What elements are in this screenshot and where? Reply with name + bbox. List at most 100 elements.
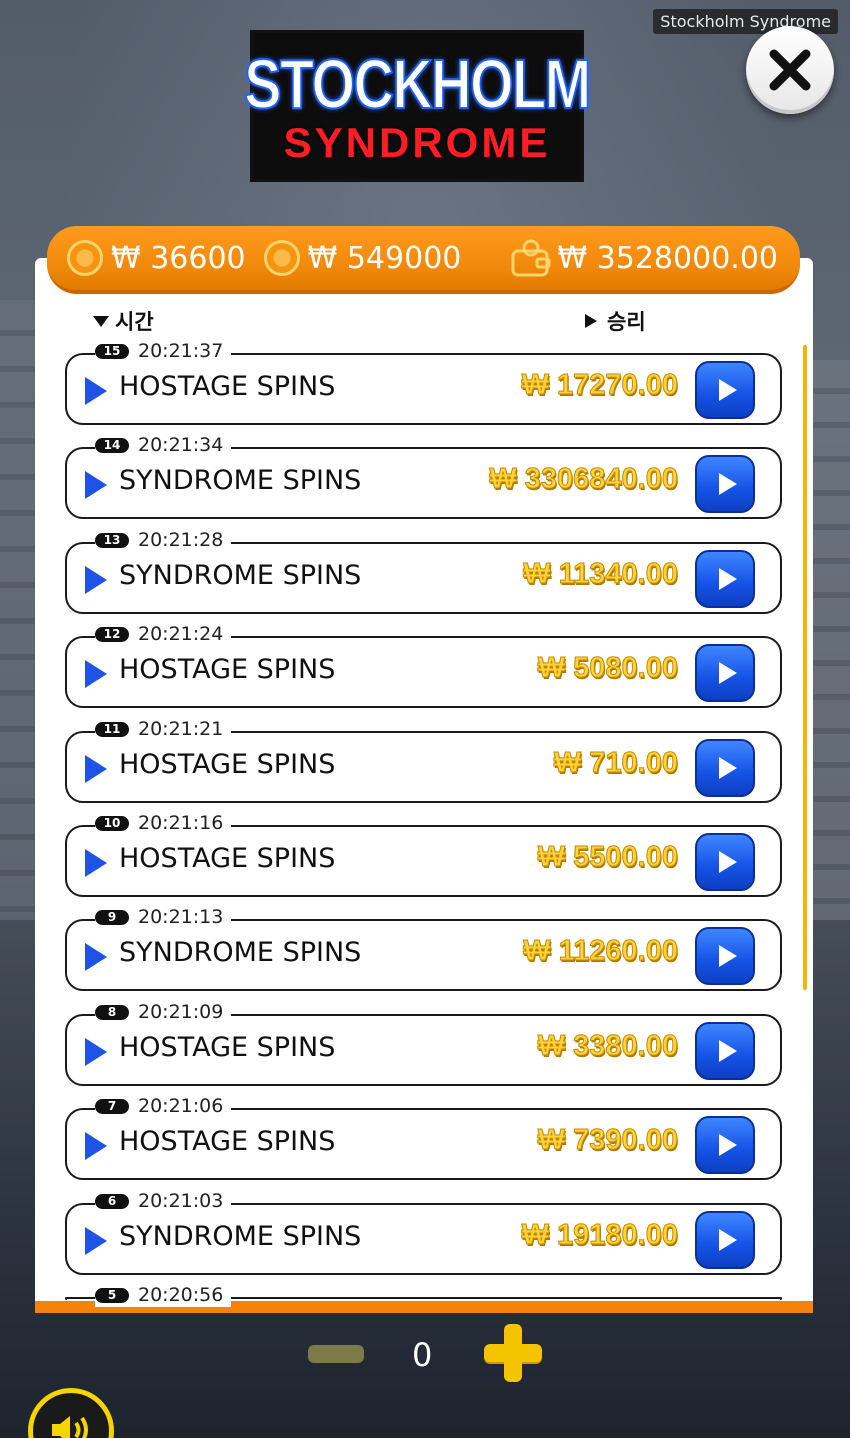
wallet-icon [511, 239, 551, 277]
feature-name: SYNDROME SPINS [119, 465, 362, 496]
spin-number-badge: 7 [95, 1098, 129, 1114]
increase-button[interactable] [484, 1324, 542, 1382]
sort-right-icon [585, 314, 597, 328]
win-amount: ₩ 549000 [307, 240, 462, 276]
replay-button[interactable] [695, 739, 755, 797]
spin-number-badge: 14 [95, 437, 129, 453]
feature-name: SYNDROME SPINS [119, 937, 362, 968]
play-icon [85, 1227, 107, 1255]
feature-name: HOSTAGE SPINS [119, 371, 336, 402]
history-row-header: 10 20:21:16 [95, 811, 232, 835]
win-amount: ₩ 710.00 [553, 747, 678, 780]
background-building-left [0, 300, 40, 920]
win-amount: ₩ 3306840.00 [489, 463, 679, 496]
win-amount: ₩ 7390.00 [537, 1124, 678, 1157]
replay-button[interactable] [695, 1116, 755, 1174]
spin-number-badge: 12 [95, 626, 129, 642]
history-row-header: 12 20:21:24 [95, 622, 232, 646]
play-icon [718, 473, 737, 495]
history-row-header: 15 20:21:37 [95, 339, 232, 363]
spin-time: 20:21:37 [138, 340, 224, 362]
coin-icon [263, 240, 300, 276]
time-column-label: 시간 [115, 310, 154, 334]
history-row-header: 14 20:21:34 [95, 433, 232, 457]
spin-number-badge: 11 [95, 721, 129, 737]
feature-name: HOSTAGE SPINS [119, 749, 336, 780]
logo-title: STOCKHOLM [243, 45, 592, 123]
sort-by-time-header[interactable]: 시간 [93, 306, 154, 336]
play-icon [718, 757, 737, 779]
win-amount: ₩ 5080.00 [537, 652, 678, 685]
sort-by-win-header[interactable]: 승리 [585, 306, 646, 336]
replay-button[interactable] [695, 455, 755, 513]
spin-number-badge: 5 [95, 1287, 129, 1303]
play-icon [85, 471, 107, 499]
history-row[interactable]: 11 20:21:21 HOSTAGE SPINS ₩ 710.00 [65, 717, 782, 803]
spin-number-badge: 13 [95, 532, 129, 548]
play-icon [718, 568, 737, 590]
history-row-header: 13 20:21:28 [95, 528, 232, 552]
decrease-button[interactable] [308, 1345, 364, 1363]
history-row[interactable]: 14 20:21:34 SYNDROME SPINS ₩ 3306840.00 [65, 433, 782, 519]
replay-button[interactable] [695, 1022, 755, 1080]
wallet-balance: ₩ 3528000.00 [511, 239, 778, 277]
feature-name: SYNDROME SPINS [119, 1221, 362, 1252]
play-icon [85, 566, 107, 594]
replay-button[interactable] [695, 361, 755, 419]
replay-button[interactable] [695, 550, 755, 608]
spin-number-badge: 6 [95, 1193, 129, 1209]
bet-balance: ₩ 36600 [67, 240, 246, 276]
background-building-right [810, 360, 850, 920]
win-amount: ₩ 11260.00 [523, 935, 679, 968]
play-icon [718, 1040, 737, 1062]
history-row[interactable]: 9 20:21:13 SYNDROME SPINS ₩ 11260.00 [65, 905, 782, 991]
replay-button[interactable] [695, 1211, 755, 1269]
play-icon [718, 1229, 737, 1251]
history-row[interactable]: 10 20:21:16 HOSTAGE SPINS ₩ 5500.00 [65, 811, 782, 897]
history-row[interactable]: 15 20:21:37 HOSTAGE SPINS ₩ 17270.00 [65, 339, 782, 425]
replay-button[interactable] [695, 833, 755, 891]
play-icon [718, 379, 737, 401]
history-row[interactable]: 6 20:21:03 SYNDROME SPINS ₩ 19180.00 [65, 1189, 782, 1275]
logo-subtitle: SYNDROME [283, 119, 551, 166]
spin-time: 20:21:09 [138, 1001, 224, 1023]
spin-number-badge: 15 [95, 343, 129, 359]
play-icon [718, 662, 737, 684]
close-icon [769, 49, 811, 91]
play-icon [718, 851, 737, 873]
play-icon [85, 943, 107, 971]
play-icon [85, 1038, 107, 1066]
history-row-header: 5 20:20:56 [95, 1283, 232, 1307]
replay-button[interactable] [695, 644, 755, 702]
replay-button[interactable] [695, 927, 755, 985]
history-row[interactable]: 13 20:21:28 SYNDROME SPINS ₩ 11340.00 [65, 528, 782, 614]
history-row[interactable]: 8 20:21:09 HOSTAGE SPINS ₩ 3380.00 [65, 1000, 782, 1086]
spin-number-badge: 9 [95, 909, 129, 925]
play-icon [85, 1132, 107, 1160]
wallet-amount: ₩ 3528000.00 [557, 240, 778, 276]
win-amount: ₩ 3380.00 [537, 1030, 678, 1063]
balance-bar: ₩ 36600 ₩ 549000 ₩ 3528000.00 [47, 226, 800, 294]
feature-name: HOSTAGE SPINS [119, 843, 336, 874]
counter-value: 0 [412, 1336, 433, 1374]
coin-icon [67, 240, 103, 276]
sort-down-icon [93, 315, 109, 327]
spin-time: 20:21:16 [138, 812, 224, 834]
spin-time: 20:21:28 [138, 529, 224, 551]
win-column-label: 승리 [607, 310, 646, 334]
history-scrollbar[interactable] [803, 345, 807, 990]
history-row[interactable]: 12 20:21:24 HOSTAGE SPINS ₩ 5080.00 [65, 622, 782, 708]
win-balance: ₩ 549000 [263, 240, 462, 276]
spin-time: 20:20:56 [138, 1284, 224, 1306]
win-amount: ₩ 11340.00 [523, 558, 679, 591]
spin-time: 20:21:24 [138, 623, 224, 645]
spin-time: 20:21:21 [138, 718, 224, 740]
spin-number-badge: 10 [95, 815, 129, 831]
history-row[interactable]: 7 20:21:06 HOSTAGE SPINS ₩ 7390.00 [65, 1094, 782, 1180]
history-row[interactable]: 5 20:20:56 [65, 1283, 782, 1307]
play-icon [718, 945, 737, 967]
close-button[interactable] [746, 26, 834, 114]
history-row-header: 6 20:21:03 [95, 1189, 232, 1213]
play-icon [85, 755, 107, 783]
play-icon [718, 1134, 737, 1156]
